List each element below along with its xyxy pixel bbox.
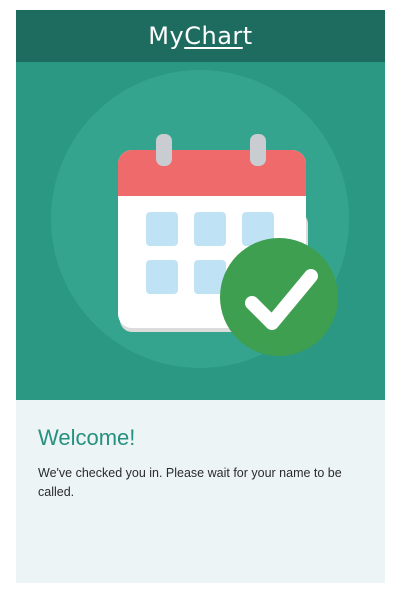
welcome-panel: Welcome! We've checked you in. Please wa… [16,400,385,583]
mychart-logo: MyChart [148,22,252,50]
logo-underlined: Char [184,22,243,50]
calendar-check-icon [118,134,338,356]
welcome-message: We've checked you in. Please wait for yo… [38,466,342,499]
app-header: MyChart [16,10,385,62]
logo-suffix: t [242,22,253,50]
app-screen: MyChart Welcome! We've checked you in. P… [16,10,385,583]
hero-illustration [16,62,385,400]
welcome-title: Welcome! [38,425,136,450]
logo-prefix: My [148,22,185,50]
